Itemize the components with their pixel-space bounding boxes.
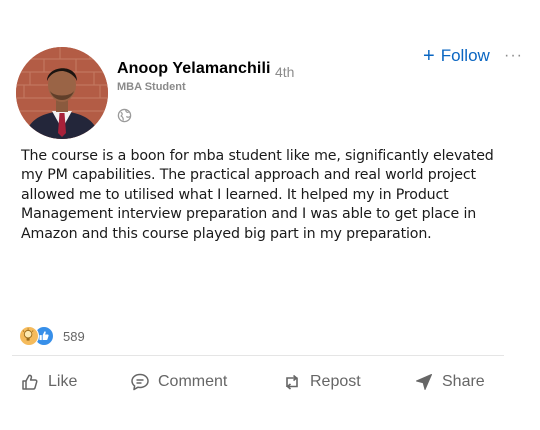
- comment-icon: [131, 373, 149, 391]
- post-text: The course is a boon for mba student lik…: [21, 148, 494, 242]
- like-button[interactable]: Like: [20, 372, 77, 392]
- send-icon: [416, 374, 432, 390]
- connection-degree: 4th: [275, 64, 295, 80]
- comment-label: Comment: [158, 373, 228, 390]
- plus-icon: +: [423, 45, 435, 67]
- comment-button[interactable]: Comment: [130, 372, 227, 392]
- follow-label: Follow: [440, 46, 490, 65]
- insightful-icon: [19, 326, 39, 346]
- share-button[interactable]: Share: [414, 372, 485, 392]
- reaction-count: 589: [63, 328, 85, 344]
- action-bar: Like Comment Repost Share: [0, 372, 540, 400]
- repost-button[interactable]: Repost: [282, 372, 361, 392]
- share-label: Share: [442, 373, 485, 390]
- globe-icon: [117, 108, 132, 123]
- linkedin-post-card: Anoop Yelamanchili 4th MBA Student + Fol…: [0, 0, 540, 430]
- author-name[interactable]: Anoop Yelamanchili: [117, 60, 271, 78]
- divider: [12, 355, 504, 356]
- like-label: Like: [48, 373, 78, 390]
- follow-button[interactable]: + Follow: [423, 46, 490, 66]
- repost-icon: [286, 374, 298, 390]
- author-headline: MBA Student: [117, 81, 186, 93]
- avatar[interactable]: [16, 47, 108, 139]
- avatar-photo: [16, 47, 108, 139]
- repost-label: Repost: [310, 373, 361, 390]
- more-options-button[interactable]: ···: [504, 47, 523, 65]
- reactions-summary[interactable]: 589: [19, 326, 85, 346]
- thumbs-up-icon: [22, 374, 38, 390]
